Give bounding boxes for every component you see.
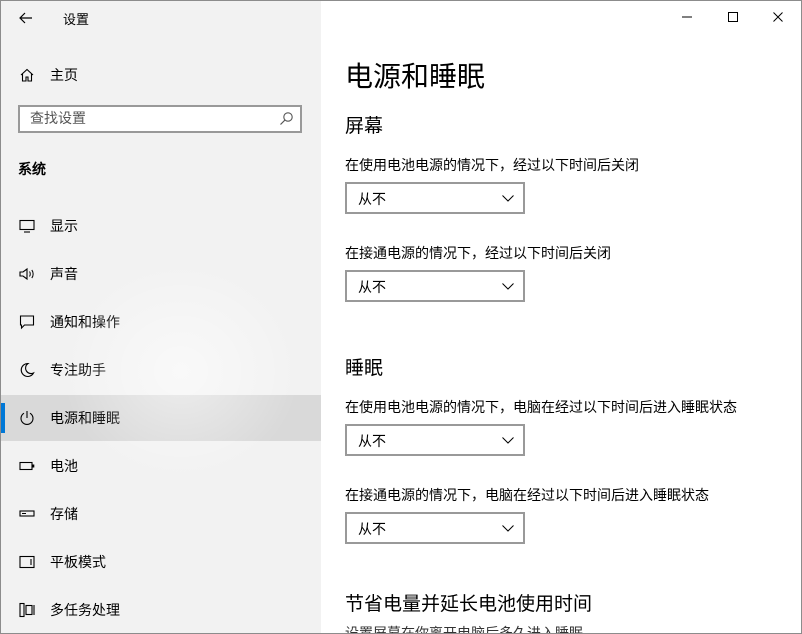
notification-icon [18,313,36,331]
sidebar-item-label: 存储 [50,507,78,523]
page-title: 电源和睡眠 [345,60,486,93]
sidebar-item-label: 主页 [50,68,78,84]
sidebar-item-label: 电池 [50,459,78,475]
back-arrow-icon [19,12,32,24]
home-icon [18,66,36,84]
app-title: 设置 [63,13,90,28]
sleep-battery-label: 在使用电池电源的情况下，电脑在经过以下时间后进入睡眠状态 [345,400,737,416]
screen-section-title: 屏幕 [345,115,384,137]
sidebar-item-battery[interactable]: 电池 [1,443,321,489]
sidebar-item-label: 声音 [50,267,78,283]
search-box[interactable] [18,105,302,133]
sidebar-item-home[interactable]: 主页 [1,57,321,93]
chevron-down-icon [502,525,514,532]
dropdown-value: 从不 [358,522,386,538]
sidebar-item-label: 电源和睡眠 [50,411,120,427]
search-icon[interactable] [278,111,294,127]
screen-plugged-dropdown[interactable]: 从不 [345,270,525,302]
search-input[interactable] [20,107,280,131]
dropdown-value: 从不 [358,192,386,208]
chevron-down-icon [502,283,514,290]
sleep-battery-dropdown[interactable]: 从不 [345,424,525,456]
settings-window: 设置 主页 系统 显示 [0,0,802,634]
main-content: 电源和睡眠 屏幕 在使用电池电源的情况下，经过以下时间后关闭 从不 在接通电源的… [321,1,801,633]
sidebar-item-label: 多任务处理 [50,603,120,619]
sidebar-item-notifications[interactable]: 通知和操作 [1,299,321,345]
save-power-title: 节省电量并延长电池使用时间 [345,593,593,615]
dropdown-value: 从不 [358,280,386,296]
sidebar-item-storage[interactable]: 存储 [1,491,321,537]
moon-icon [18,361,36,379]
sidebar-item-tablet-mode[interactable]: 平板模式 [1,539,321,585]
sidebar-item-label: 专注助手 [50,363,106,379]
sidebar-item-sound[interactable]: 声音 [1,251,321,297]
section-title: 系统 [18,162,46,178]
dropdown-value: 从不 [358,434,386,450]
screen-battery-dropdown[interactable]: 从不 [345,182,525,214]
sleep-plugged-dropdown[interactable]: 从不 [345,512,525,544]
sidebar-item-display[interactable]: 显示 [1,203,321,249]
sidebar: 设置 主页 系统 显示 [1,1,321,633]
multitask-icon [18,601,36,619]
sleep-plugged-label: 在接通电源的情况下，电脑在经过以下时间后进入睡眠状态 [345,488,709,504]
sidebar-item-power-sleep[interactable]: 电源和睡眠 [1,395,321,441]
storage-icon [18,505,36,523]
sidebar-item-multitasking[interactable]: 多任务处理 [1,587,321,633]
back-button[interactable] [15,7,37,29]
sleep-section-title: 睡眠 [345,357,384,379]
save-power-description: 设置屏幕在你离开电脑后多久进入睡眠 [345,626,583,634]
sidebar-item-label: 平板模式 [50,555,106,571]
active-indicator [1,403,5,433]
power-icon [18,409,36,427]
battery-icon [18,457,36,475]
monitor-icon [18,217,36,235]
chevron-down-icon [502,437,514,444]
tablet-icon [18,553,36,571]
sidebar-item-label: 通知和操作 [50,315,120,331]
speaker-icon [18,265,36,283]
screen-plugged-label: 在接通电源的情况下，经过以下时间后关闭 [345,246,611,262]
sidebar-item-label: 显示 [50,219,78,235]
screen-battery-label: 在使用电池电源的情况下，经过以下时间后关闭 [345,158,639,174]
sidebar-item-focus-assist[interactable]: 专注助手 [1,347,321,393]
chevron-down-icon [502,195,514,202]
